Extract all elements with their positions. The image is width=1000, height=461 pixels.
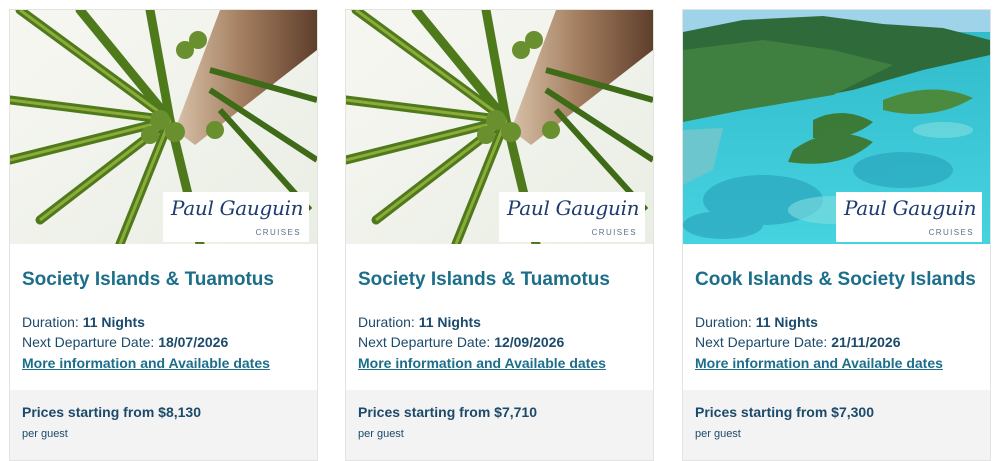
duration-label: Duration: [22,314,79,330]
duration-row: Duration: 11 Nights [22,312,307,332]
duration-row: Duration: 11 Nights [358,312,643,332]
logo-script-text: Paul Gauguin [844,196,977,220]
cruise-image[interactable]: Paul Gauguin CRUISES [346,10,653,244]
more-info-link[interactable]: More information and Available dates [358,353,606,373]
price-value: $7,300 [831,404,874,420]
departure-value: 21/11/2026 [831,334,901,350]
departure-row: Next Departure Date: 12/09/2026 [358,332,643,352]
departure-label: Next Departure Date: [695,334,828,350]
price-label: Prices starting from [358,404,491,420]
price-value: $7,710 [494,404,537,420]
per-guest-label: per guest [22,428,68,440]
price-label: Prices starting from [22,404,155,420]
cruise-image[interactable]: Paul Gauguin CRUISES [10,10,317,244]
cruise-image[interactable]: Paul Gauguin CRUISES [683,10,990,244]
logo-subtitle: CRUISES [591,228,637,237]
departure-row: Next Departure Date: 21/11/2026 [695,332,980,352]
cruise-card[interactable]: Paul Gauguin CRUISES Society Islands & T… [345,9,654,461]
duration-row: Duration: 11 Nights [695,312,980,332]
price-footer: Prices starting from $7,300 per guest [683,390,990,460]
per-guest-label: per guest [358,428,404,440]
duration-value: 11 Nights [755,314,818,330]
cruise-card[interactable]: Paul Gauguin CRUISES Society Islands & T… [9,9,318,461]
duration-label: Duration: [695,314,752,330]
departure-value: 18/07/2026 [158,334,229,350]
price-line: Prices starting from $7,300 [695,402,978,422]
duration-label: Duration: [358,314,415,330]
cruise-title[interactable]: Society Islands & Tuamotus [22,268,307,292]
departure-row: Next Departure Date: 18/07/2026 [22,332,307,352]
per-guest-label: per guest [695,428,741,440]
logo-script-text: Paul Gauguin [171,196,304,220]
paul-gauguin-logo: Paul Gauguin CRUISES [836,192,982,242]
logo-subtitle: CRUISES [255,228,301,237]
cruise-title[interactable]: Cook Islands & Society Islands [695,268,980,292]
duration-value: 11 Nights [418,314,481,330]
price-footer: Prices starting from $7,710 per guest [346,390,653,460]
paul-gauguin-logo: Paul Gauguin CRUISES [163,192,309,242]
cruise-title[interactable]: Society Islands & Tuamotus [358,268,643,292]
price-label: Prices starting from [695,404,828,420]
duration-value: 11 Nights [82,314,145,330]
paul-gauguin-logo: Paul Gauguin CRUISES [499,192,645,242]
departure-label: Next Departure Date: [22,334,155,350]
more-info-link[interactable]: More information and Available dates [695,353,943,373]
cruise-card-grid: Paul Gauguin CRUISES Society Islands & T… [9,9,991,461]
departure-label: Next Departure Date: [358,334,491,350]
more-info-link[interactable]: More information and Available dates [22,353,270,373]
price-footer: Prices starting from $8,130 per guest [10,390,317,460]
cruise-card[interactable]: Paul Gauguin CRUISES Cook Islands & Soci… [682,9,991,461]
logo-subtitle: CRUISES [928,228,974,237]
logo-script-text: Paul Gauguin [507,196,640,220]
departure-value: 12/09/2026 [494,334,565,350]
price-value: $8,130 [158,404,201,420]
price-line: Prices starting from $7,710 [358,402,641,422]
price-line: Prices starting from $8,130 [22,402,305,422]
